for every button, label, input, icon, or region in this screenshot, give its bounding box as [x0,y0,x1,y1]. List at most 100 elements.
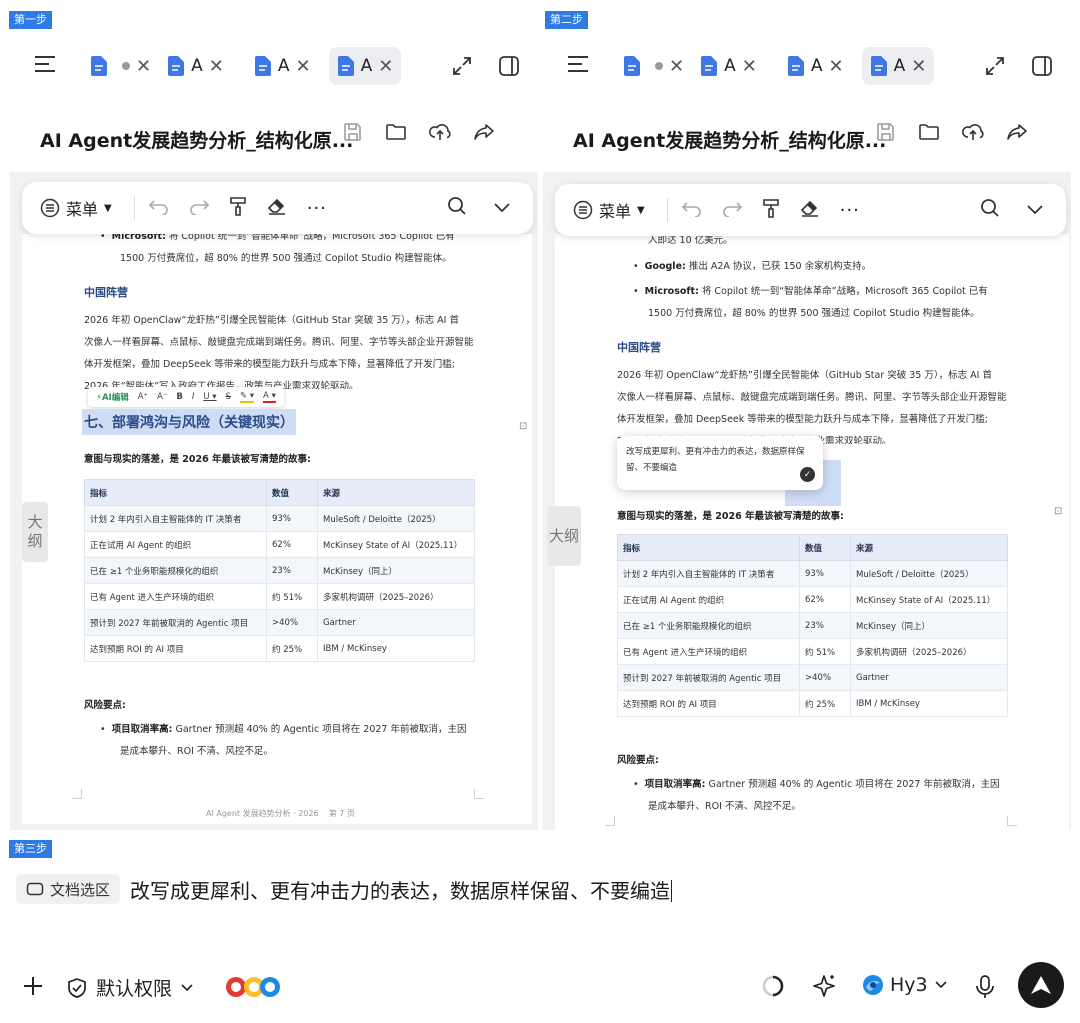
ai-edit-button[interactable]: ⚡AI编辑 [96,391,129,403]
close-icon[interactable]: ✕ [295,56,310,77]
tab-2[interactable]: A ✕ [159,47,232,85]
bullet-risk-line2: 是成本攀升、ROI 不清、风控不足。 [648,801,801,812]
doc-icon [623,55,641,77]
outline-button[interactable]: 大纲 [547,506,581,566]
save-icon[interactable] [343,122,363,146]
outline-button[interactable]: 大纲 [22,502,48,562]
undo-icon[interactable] [681,199,702,221]
bullet-risk: • 项目取消率高: Gartner 预测超 40% 的 Agentic 项目将在… [633,779,1000,790]
step-3-tag: 第三步 [9,840,52,858]
share-icon[interactable] [1006,122,1028,146]
table-cell: McKinsey State of AI（2025.11） [850,586,1008,613]
chevron-down-icon[interactable] [1026,201,1044,220]
add-icon[interactable] [22,975,44,1001]
search-icon[interactable] [447,196,467,220]
search-icon[interactable] [980,198,1000,222]
send-button[interactable] [1018,962,1064,1008]
tab-2[interactable]: A ✕ [692,47,765,85]
table-cell: 达到预期 ROI 的 AI 项目 [84,635,267,662]
sidebar-toggle-icon[interactable] [498,55,520,81]
chat-bottom-bar: 默认权限 Hy3 [0,962,1080,1012]
table-cell: McKinsey（同上） [850,612,1008,639]
text-caret [671,880,672,902]
doc-selection-chip[interactable]: 文档选区 [16,874,121,904]
chip-label: 文档选区 [50,880,111,899]
menu-icon[interactable] [34,55,56,77]
unsaved-dot-icon [122,62,130,70]
menu-button[interactable]: 菜单 ▼ [573,198,645,222]
italic-icon[interactable]: I [192,392,195,402]
comment-icon[interactable]: ⊡ [1054,506,1062,517]
doc-icon [90,55,108,77]
eraser-icon[interactable] [800,199,820,221]
font-increase-icon[interactable]: A⁺ [138,392,148,402]
close-icon[interactable]: ✕ [828,56,843,77]
folder-icon[interactable] [918,122,940,146]
highlight-icon[interactable]: ✎ ▾ [239,391,255,403]
tab-1[interactable]: ✕ [615,47,692,85]
upload-icon[interactable] [962,122,984,146]
table-cell: IBM / McKinsey [850,690,1008,717]
folder-icon[interactable] [385,122,407,146]
chevron-down-icon[interactable] [493,199,511,218]
more-icon[interactable]: ··· [840,200,860,221]
sidebar-toggle-icon[interactable] [1031,55,1053,81]
page-corner-mark [474,789,484,799]
chat-input[interactable]: 改写成更犀利、更有冲击力的表达，数据原样保留、不要编造 [130,875,672,904]
risk-heading: 风险要点: [617,755,659,766]
table-cell: 预计到 2027 年前被取消的 Agentic 项目 [84,609,267,636]
table-row: 达到预期 ROI 的 AI 项目约 25% IBM / McKinsey [84,635,475,662]
page-corner-mark [605,816,615,826]
close-icon[interactable]: ✕ [911,56,926,77]
close-icon[interactable]: ✕ [742,56,757,77]
step2-panel: ✕ A ✕ A ✕ A ✕ AI Agent发展趋势分析_结构化原... 入即达… [543,30,1071,830]
close-icon[interactable]: ✕ [378,56,393,77]
tab-3[interactable]: A ✕ [779,47,852,85]
table-header: 来源 [850,534,1008,561]
model-selector[interactable]: Hy3 [862,974,948,996]
sparkle-icon[interactable] [811,973,837,1003]
upload-icon[interactable] [429,122,451,146]
tab-4-active[interactable]: A ✕ [861,47,935,85]
section-7-heading-selected[interactable]: 七、部署鸿沟与风险（关键现实） [82,409,296,435]
confirm-icon[interactable]: ✓ [800,467,815,482]
table-header: 数值 [799,534,851,561]
microphone-icon[interactable] [975,974,995,1004]
table-header: 指标 [617,534,800,561]
ai-edit-popover[interactable]: 改写成更犀利、更有冲击力的表达，数据原样保留、不要编造 ✓ [617,436,823,490]
permission-selector[interactable]: 默认权限 [66,974,194,1001]
menu-button[interactable]: 菜单 ▼ [40,196,112,220]
expand-icon[interactable] [985,56,1005,80]
font-decrease-icon[interactable]: A⁻ [157,392,167,402]
redo-icon[interactable] [189,197,209,219]
format-painter-icon[interactable] [229,196,247,220]
app-logos-icon[interactable] [224,974,282,1004]
close-icon[interactable]: ✕ [136,56,151,77]
tab-4-active[interactable]: A ✕ [328,47,402,85]
redo-icon[interactable] [722,199,742,221]
table-cell: MuleSoft / Deloitte（2025） [317,505,475,532]
close-icon[interactable]: ✕ [209,56,224,77]
tab-3[interactable]: A ✕ [246,47,319,85]
table-cell: 已在 ≥1 个业务职能规模化的组织 [617,612,800,639]
data-table: 指标 数值 来源 计划 2 年内引入自主智能体的 IT 决策者 93% MuleSo… [617,534,1008,717]
menu-icon[interactable] [567,55,589,77]
close-icon[interactable]: ✕ [669,56,684,77]
bullet-risk: • 项目取消率高: Gartner 预测超 40% 的 Agentic 项目将在… [100,724,467,735]
undo-icon[interactable] [148,197,169,219]
underline-icon[interactable]: U ▾ [203,392,216,402]
font-color-icon[interactable]: A ▾ [263,391,276,403]
bold-icon[interactable]: B [176,392,182,402]
strikethrough-icon[interactable]: S [226,392,231,402]
comment-icon[interactable]: ⊡ [519,421,527,432]
table-cell: 约 25% [799,690,851,717]
format-painter-icon[interactable] [762,198,780,222]
more-icon[interactable]: ··· [307,198,327,219]
tab-1[interactable]: ✕ [82,47,159,85]
table-cell: 约 51% [799,638,851,665]
expand-icon[interactable] [452,56,472,80]
share-icon[interactable] [473,122,495,146]
table-row: 计划 2 年内引入自主智能体的 IT 决策者 93% MuleSoft / Delo… [617,560,1008,587]
eraser-icon[interactable] [267,197,287,219]
save-icon[interactable] [876,122,896,146]
